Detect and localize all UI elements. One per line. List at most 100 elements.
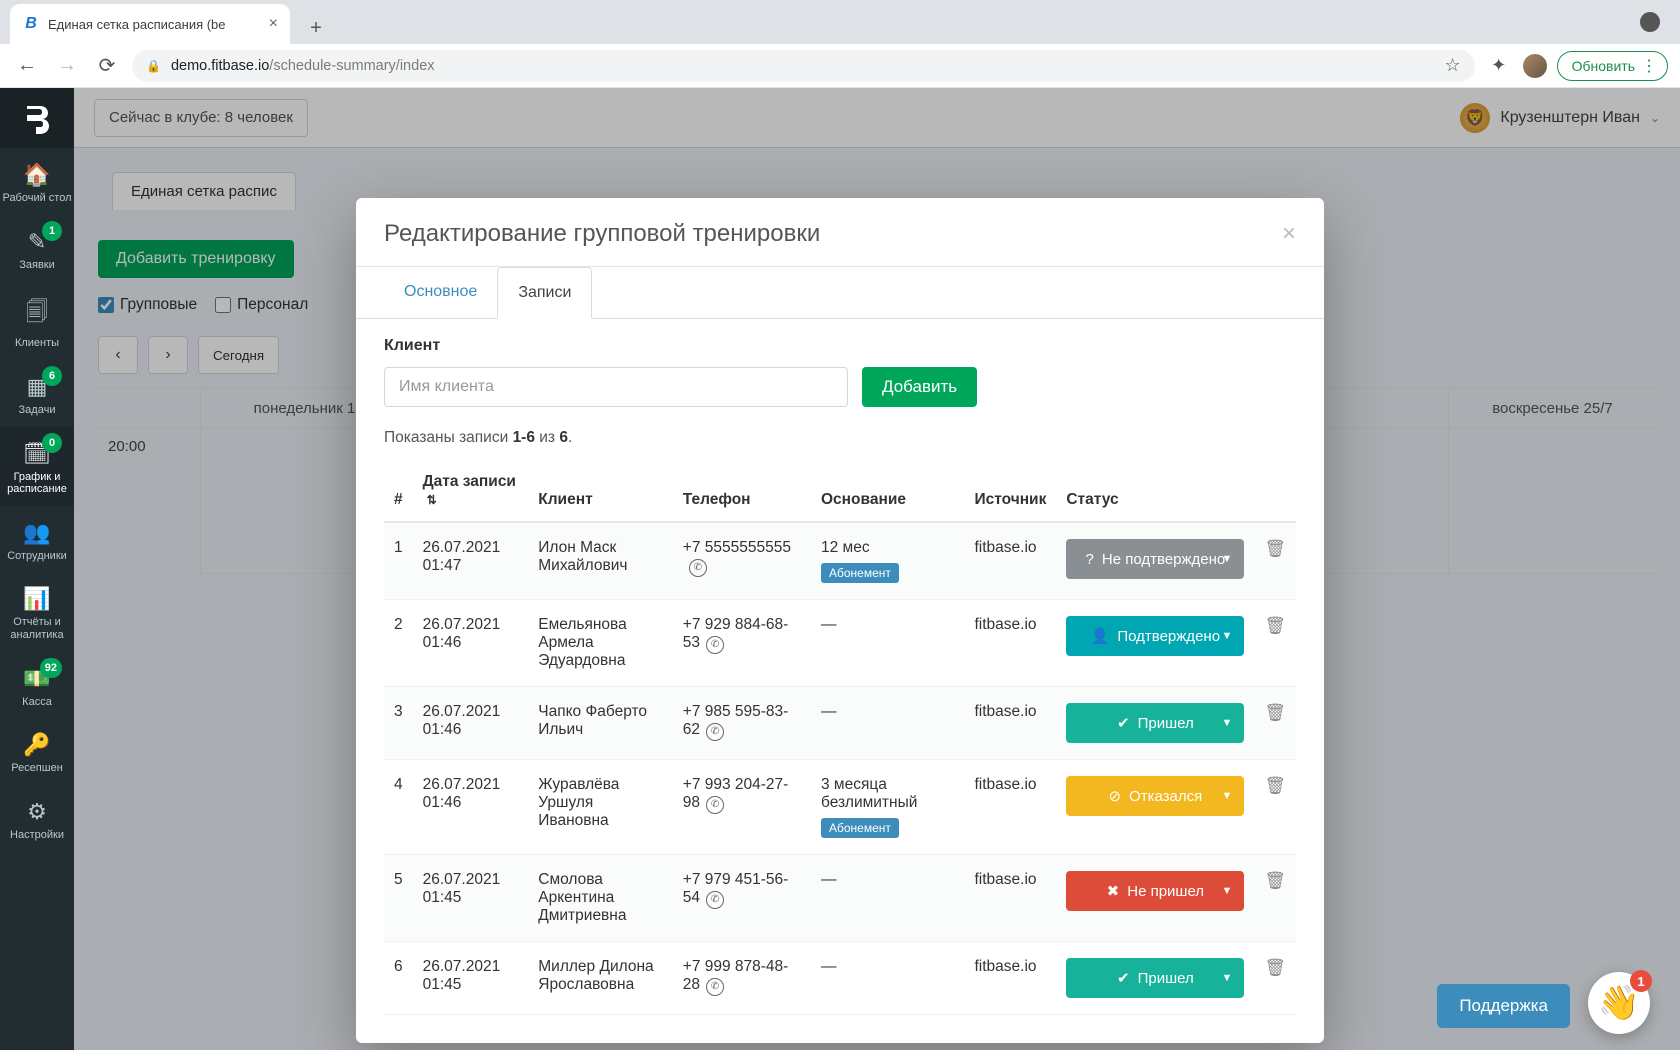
sidebar-item-tasks[interactable]: ▦ Задачи 6 [0, 360, 74, 427]
table-row: 5 26.07.202101:45 Смолова Аркентина Дмит… [384, 855, 1296, 942]
delete-icon[interactable]: 🗑 [1264, 776, 1286, 795]
delete-icon[interactable]: 🗑 [1264, 958, 1286, 977]
delete-icon[interactable]: 🗑 [1264, 616, 1286, 635]
sidebar-item-cash[interactable]: 💵 Касса 92 [0, 652, 74, 719]
cell-basis: 3 месяца безлимитныйАбонемент [811, 760, 964, 855]
help-wave-button[interactable]: 👋 1 [1588, 972, 1650, 1034]
back-button[interactable]: ← [12, 51, 42, 81]
cell-client: Илон Маск Михайлович [528, 522, 673, 600]
cell-date: 26.07.202101:46 [413, 687, 529, 760]
cell-number: 2 [384, 600, 413, 687]
delete-icon[interactable]: 🗑 [1264, 871, 1286, 890]
browser-tab[interactable]: В Единая сетка расписания (be × [10, 4, 290, 44]
bookmark-icon[interactable]: ☆ [1444, 55, 1460, 76]
profile-avatar-icon[interactable] [1523, 54, 1547, 78]
tab-main[interactable]: Основное [384, 267, 497, 318]
sidebar-item-gear[interactable]: ⚙ Настройки [0, 785, 74, 852]
cell-source: fitbase.io [964, 522, 1056, 600]
col-source[interactable]: Источник [964, 461, 1056, 522]
chevron-down-icon: ▼ [1221, 972, 1232, 984]
browser-chrome: В Единая сетка расписания (be × + ← → ⟳ … [0, 0, 1680, 88]
client-name-input[interactable] [384, 367, 848, 407]
cell-date: 26.07.202101:46 [413, 600, 529, 687]
cell-number: 4 [384, 760, 413, 855]
sidebar-item-label: Задачи [17, 404, 58, 417]
col-date[interactable]: Дата записи ⇅ [413, 461, 529, 522]
chevron-down-icon: ▼ [1221, 553, 1232, 565]
delete-icon[interactable]: 🗑 [1264, 703, 1286, 722]
support-button[interactable]: Поддержка [1437, 984, 1570, 1028]
sidebar-item-label: Настройки [8, 829, 66, 842]
cell-basis: 12 месАбонемент [811, 522, 964, 600]
sidebar-item-users[interactable]: 👥 Сотрудники [0, 506, 74, 573]
cell-phone: +7 999 878-48-28✆ [673, 942, 811, 1015]
reload-button[interactable]: ⟳ [92, 51, 122, 81]
client-label: Клиент [384, 337, 1296, 355]
status-icon: ⊘ [1108, 787, 1121, 805]
cell-number: 5 [384, 855, 413, 942]
delete-icon[interactable]: 🗑 [1264, 539, 1286, 558]
lock-icon: 🔒 [146, 59, 161, 73]
col-number[interactable]: # [384, 461, 413, 522]
cell-phone: +7 5555555555✆ [673, 522, 811, 600]
records-summary: Показаны записи 1-6 из 6. [384, 429, 1296, 447]
add-client-button[interactable]: Добавить [862, 367, 977, 407]
cell-phone: +7 979 451-56-54✆ [673, 855, 811, 942]
cell-basis: — [811, 942, 964, 1015]
sidebar-item-label: График и расписание [0, 471, 74, 496]
sidebar-item-copy[interactable]: 🗐 Клиенты [0, 281, 74, 360]
cell-date: 26.07.202101:45 [413, 942, 529, 1015]
col-status[interactable]: Статус [1056, 461, 1254, 522]
status-dropdown[interactable]: ✔Пришел▼ [1066, 703, 1244, 743]
status-icon: 👤 [1091, 627, 1110, 645]
status-dropdown[interactable]: ✔Пришел▼ [1066, 958, 1244, 998]
whatsapp-icon[interactable]: ✆ [706, 723, 724, 741]
forward-button[interactable]: → [52, 51, 82, 81]
sidebar-item-chart[interactable]: 📊 Отчёты и аналитика [0, 572, 74, 651]
whatsapp-icon[interactable]: ✆ [706, 636, 724, 654]
window-control-icon[interactable] [1640, 12, 1660, 32]
sort-icon: ⇅ [427, 493, 437, 507]
records-table: # Дата записи ⇅ Клиент Телефон Основание… [384, 461, 1296, 1015]
app-logo[interactable] [0, 88, 74, 148]
cell-basis: — [811, 687, 964, 760]
whatsapp-icon[interactable]: ✆ [689, 559, 707, 577]
tab-records[interactable]: Записи [497, 267, 592, 319]
update-button[interactable]: Обновить⋮ [1557, 51, 1668, 81]
modal-close-icon[interactable]: × [1282, 220, 1296, 248]
col-basis[interactable]: Основание [811, 461, 964, 522]
sidebar-badge: 6 [42, 366, 62, 386]
cell-client: Журавлёва Уршуля Ивановна [528, 760, 673, 855]
sidebar-item-home[interactable]: 🏠 Рабочий стол [0, 148, 74, 215]
status-icon: ✔ [1117, 714, 1130, 732]
whatsapp-icon[interactable]: ✆ [706, 891, 724, 909]
status-dropdown[interactable]: 👤Подтверждено▼ [1066, 616, 1244, 656]
status-label: Не подтверждено [1102, 551, 1225, 568]
modal-title: Редактирование групповой тренировки [384, 220, 820, 248]
address-bar[interactable]: 🔒 demo.fitbase.io/schedule-summary/index… [132, 50, 1475, 82]
chevron-down-icon: ▼ [1221, 885, 1232, 897]
subscription-badge: Абонемент [821, 563, 899, 583]
table-row: 3 26.07.202101:46 Чапко Фаберто Ильич +7… [384, 687, 1296, 760]
col-phone[interactable]: Телефон [673, 461, 811, 522]
sidebar-item-key[interactable]: 🔑 Ресепшен [0, 718, 74, 785]
url-path: /schedule-summary/index [269, 58, 434, 74]
subscription-badge: Абонемент [821, 818, 899, 838]
status-label: Отказался [1129, 788, 1202, 805]
cell-phone: +7 993 204-27-98✆ [673, 760, 811, 855]
cell-number: 3 [384, 687, 413, 760]
status-label: Не пришел [1127, 883, 1204, 900]
sidebar-item-calendar[interactable]: 🗓 График и расписание 0 [0, 427, 74, 506]
status-dropdown[interactable]: ⊘Отказался▼ [1066, 776, 1244, 816]
close-tab-icon[interactable]: × [269, 15, 278, 33]
status-dropdown[interactable]: ?Не подтверждено▼ [1066, 539, 1244, 579]
extensions-icon[interactable]: ✦ [1485, 52, 1513, 80]
sidebar-item-label: Ресепшен [9, 762, 65, 775]
col-client[interactable]: Клиент [528, 461, 673, 522]
status-dropdown[interactable]: ✖Не пришел▼ [1066, 871, 1244, 911]
new-tab-button[interactable]: + [300, 12, 332, 44]
whatsapp-icon[interactable]: ✆ [706, 978, 724, 996]
whatsapp-icon[interactable]: ✆ [706, 796, 724, 814]
sidebar-item-pencil[interactable]: ✎ Заявки 1 [0, 215, 74, 282]
sidebar-item-label: Заявки [17, 259, 57, 272]
